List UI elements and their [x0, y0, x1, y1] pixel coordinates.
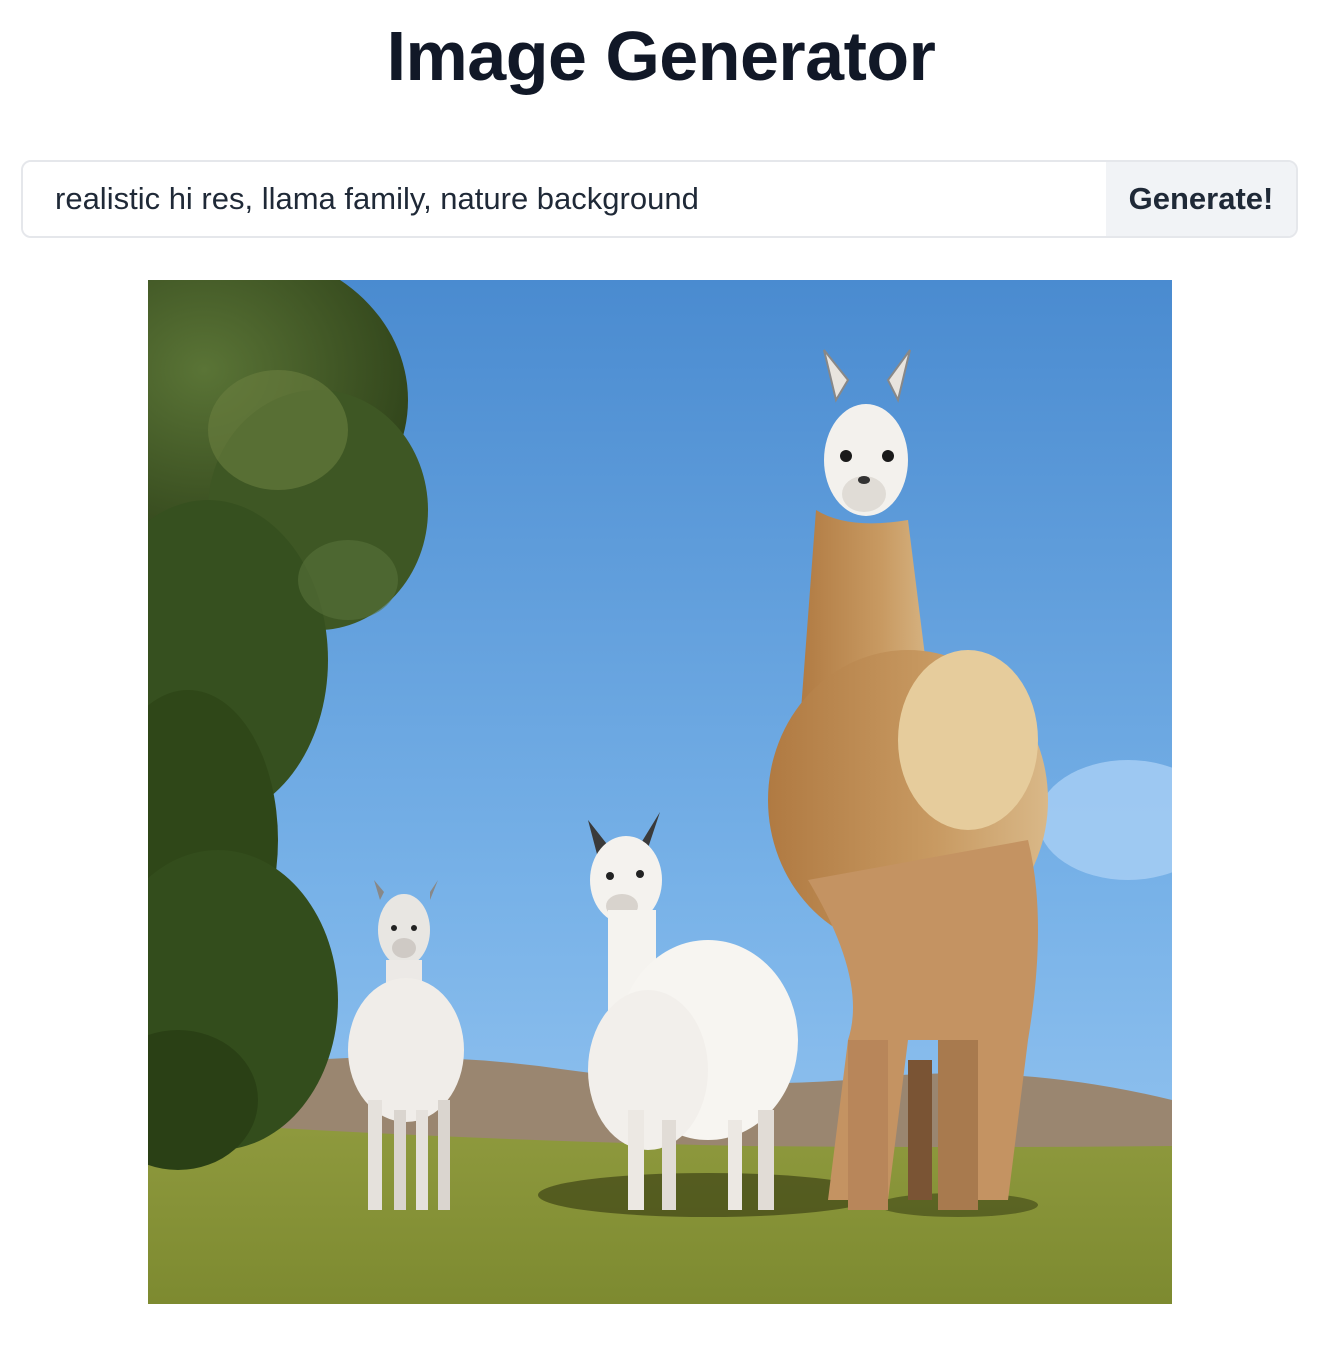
- generated-image-canvas: [148, 280, 1172, 1304]
- prompt-input[interactable]: [23, 162, 1106, 236]
- prompt-form: Generate!: [21, 160, 1298, 238]
- generated-image: [148, 280, 1172, 1304]
- ground-shadow: [538, 1173, 878, 1217]
- page-title: Image Generator: [386, 17, 936, 95]
- image-generator-page: Image Generator Generate!: [0, 0, 1322, 1364]
- generate-button[interactable]: Generate!: [1106, 162, 1296, 236]
